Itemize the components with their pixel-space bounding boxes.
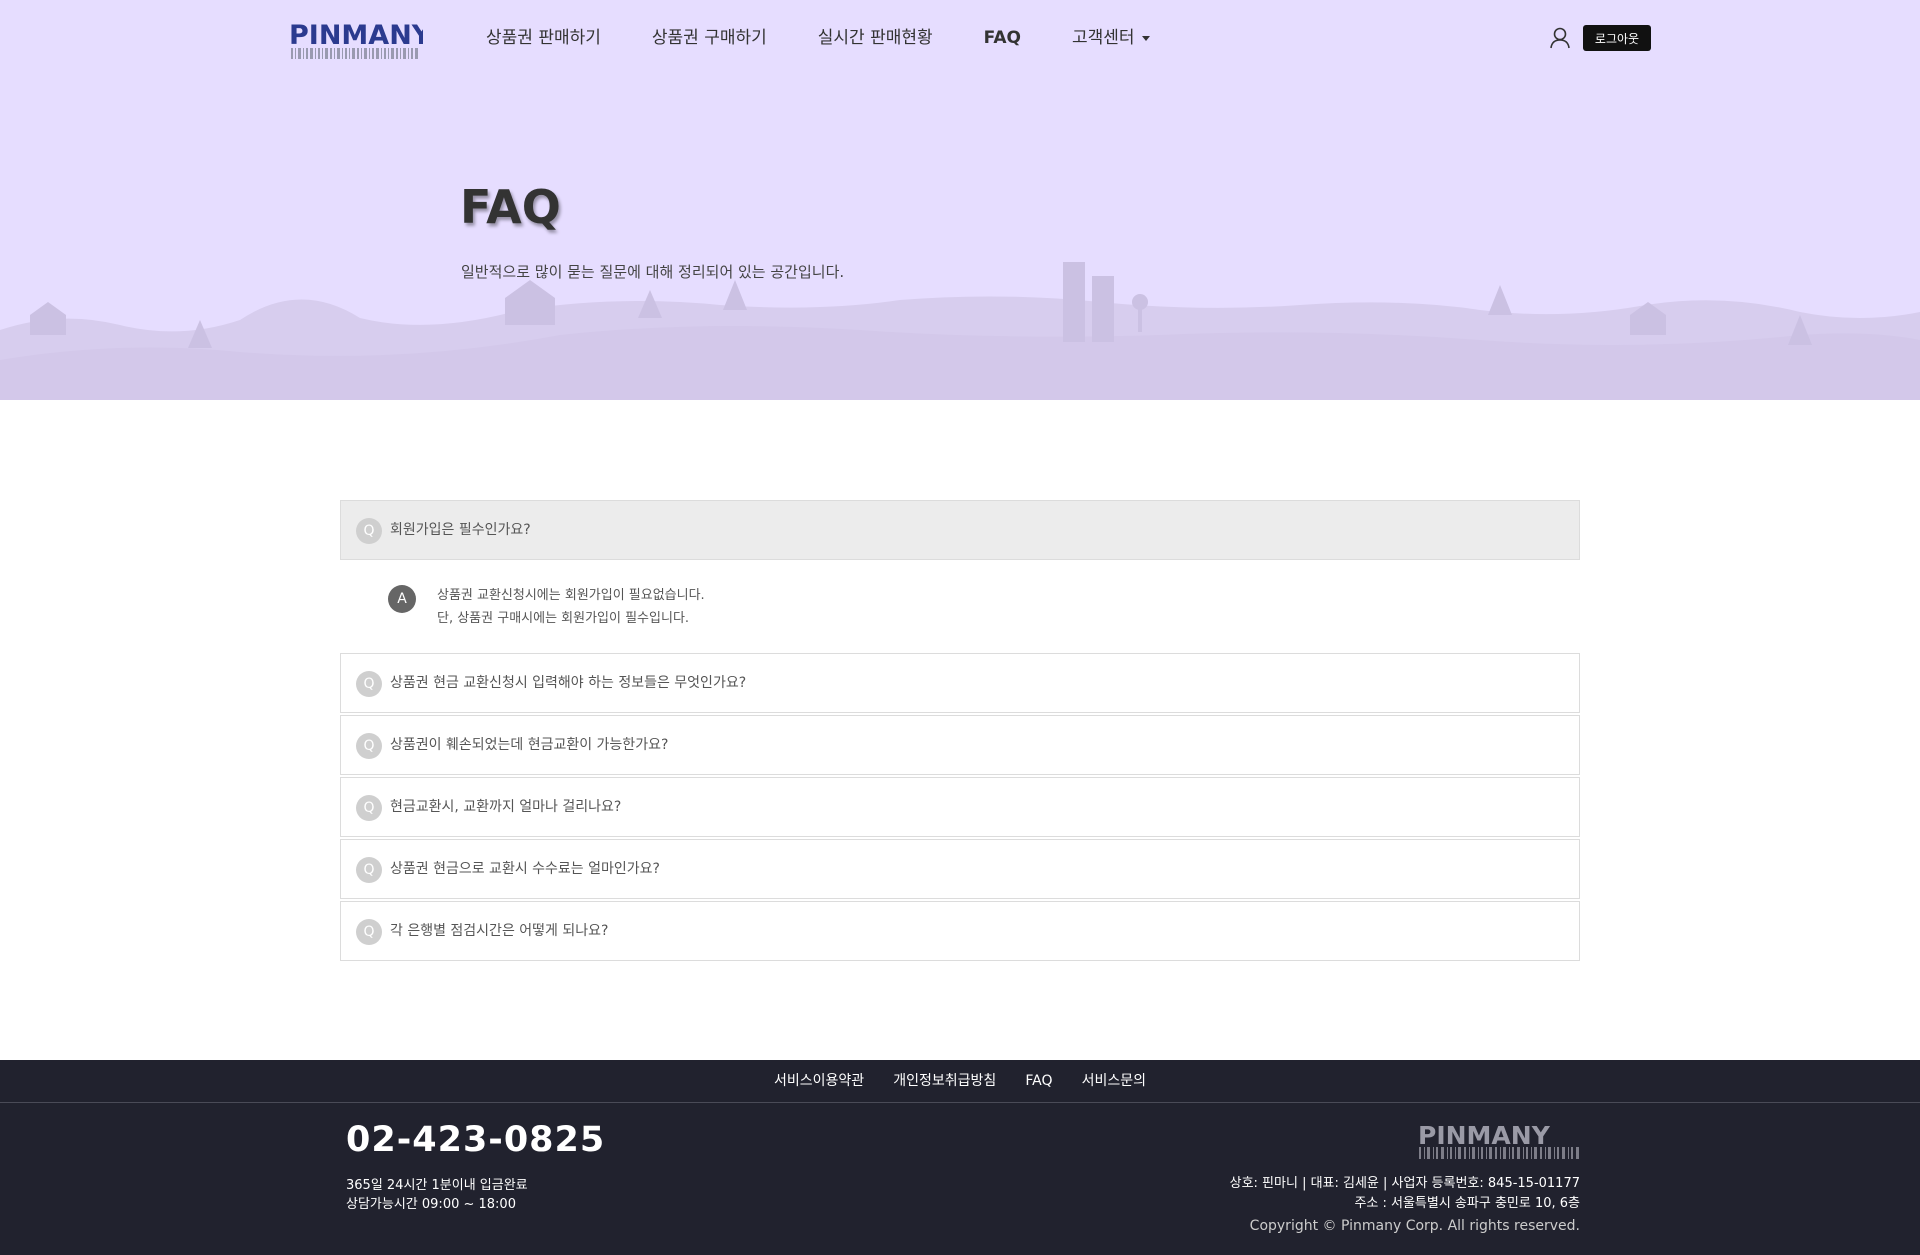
page-subtitle: 일반적으로 많이 묻는 질문에 대해 정리되어 있는 공간입니다. — [461, 263, 845, 281]
nav-sell-giftcard[interactable]: 상품권 판매하기 — [486, 24, 601, 52]
q-badge-icon: Q — [356, 518, 382, 544]
faq-answer-line: 단, 상품권 구매시에는 회원가입이 필수입니다. — [437, 611, 690, 626]
faq-list: Q 회원가입은 필수인가요? A 상품권 교환신청시에는 회원가입이 필요없습니… — [340, 500, 1580, 963]
q-badge-icon: Q — [356, 919, 382, 945]
faq-answer: A 상품권 교환신청시에는 회원가입이 필요없습니다. 단, 상품권 구매시에는… — [340, 562, 1580, 653]
svg-text:PINMANY: PINMANY — [1418, 1121, 1551, 1150]
nav-buy-giftcard[interactable]: 상품권 구매하기 — [652, 24, 767, 52]
hero-banner: PINMANY 상품권 판매하기 상품권 구매하기 실시간 판매현황 FAQ 고… — [0, 0, 1920, 400]
q-badge-icon: Q — [356, 795, 382, 821]
caret-down-icon — [1141, 35, 1150, 41]
faq-question-text: 상품권 현금으로 교환시 수수료는 얼마인가요? — [390, 861, 660, 877]
site-footer: 서비스이용약관 개인정보취급방침 FAQ 서비스문의 02-423-0825 3… — [0, 1060, 1920, 1255]
faq-answer-line: 상품권 교환신청시에는 회원가입이 필요없습니다. — [437, 588, 705, 603]
footer-logo: PINMANY — [1418, 1121, 1579, 1159]
service-hours-line: 상담가능시간 09:00 ~ 18:00 — [346, 1197, 516, 1212]
company-address: 주소 : 서울특별시 송파구 충민로 10, 6층 — [1354, 1196, 1580, 1211]
a-badge-icon: A — [388, 585, 416, 613]
q-badge-icon: Q — [356, 733, 382, 759]
faq-question-text: 상품권 현금 교환신청시 입력해야 하는 정보들은 무엇인가요? — [390, 675, 747, 691]
faq-question-text: 현금교환시, 교환까지 얼마나 걸리나요? — [390, 799, 622, 815]
nav-customer-center[interactable]: 고객센터 — [1072, 24, 1150, 52]
main-nav: 상품권 판매하기 상품권 구매하기 실시간 판매현황 FAQ 고객센터 — [486, 24, 1201, 52]
footer-link-privacy[interactable]: 개인정보취급방침 — [893, 1060, 996, 1102]
faq-question-row[interactable]: Q 각 은행별 점검시간은 어떻게 되나요? — [340, 901, 1580, 961]
landscape-illustration — [0, 262, 1920, 400]
faq-question-text: 상품권이 훼손되었는데 현금교환이 가능한가요? — [390, 737, 669, 753]
svg-text:PINMANY: PINMANY — [289, 20, 423, 51]
faq-question-text: 각 은행별 점검시간은 어떻게 되나요? — [390, 923, 609, 939]
faq-question-text: 회원가입은 필수인가요? — [390, 522, 531, 538]
customer-phone: 02-423-0825 — [346, 1120, 606, 1160]
copyright: Copyright © Pinmany Corp. All rights res… — [1249, 1218, 1580, 1234]
logout-button[interactable]: 로그아웃 — [1583, 25, 1651, 51]
pinmany-logo[interactable]: PINMANY — [289, 17, 423, 61]
faq-question-row[interactable]: Q 상품권 현금으로 교환시 수수료는 얼마인가요? — [340, 839, 1580, 899]
q-badge-icon: Q — [356, 671, 382, 697]
footer-link-terms[interactable]: 서비스이용약관 — [774, 1060, 864, 1102]
user-icon[interactable] — [1550, 27, 1570, 49]
company-info: 상호: 핀마니 | 대표: 김세윤 | 사업자 등록번호: 845-15-011… — [1230, 1174, 1580, 1214]
page-title: FAQ — [460, 180, 561, 234]
faq-question-row[interactable]: Q 상품권이 훼손되었는데 현금교환이 가능한가요? — [340, 715, 1580, 775]
faq-question-row[interactable]: Q 현금교환시, 교환까지 얼마나 걸리나요? — [340, 777, 1580, 837]
nav-faq[interactable]: FAQ — [984, 24, 1021, 52]
nav-customer-center-label: 고객센터 — [1071, 28, 1135, 48]
service-hours-line: 365일 24시간 1분이내 입금완료 — [346, 1178, 528, 1193]
q-badge-icon: Q — [356, 857, 382, 883]
nav-live-sales[interactable]: 실시간 판매현황 — [818, 24, 933, 52]
service-hours: 365일 24시간 1분이내 입금완료 상담가능시간 09:00 ~ 18:00 — [346, 1176, 528, 1214]
faq-question-row[interactable]: Q 회원가입은 필수인가요? — [340, 500, 1580, 560]
company-info-line: 상호: 핀마니 | 대표: 김세윤 | 사업자 등록번호: 845-15-011… — [1229, 1176, 1580, 1191]
footer-links: 서비스이용약관 개인정보취급방침 FAQ 서비스문의 — [0, 1060, 1920, 1103]
faq-answer-text: 상품권 교환신청시에는 회원가입이 필요없습니다. 단, 상품권 구매시에는 회… — [437, 584, 705, 630]
faq-question-row[interactable]: Q 상품권 현금 교환신청시 입력해야 하는 정보들은 무엇인가요? — [340, 653, 1580, 713]
footer-link-inquiry[interactable]: 서비스문의 — [1082, 1060, 1146, 1102]
footer-link-faq[interactable]: FAQ — [1025, 1060, 1052, 1102]
